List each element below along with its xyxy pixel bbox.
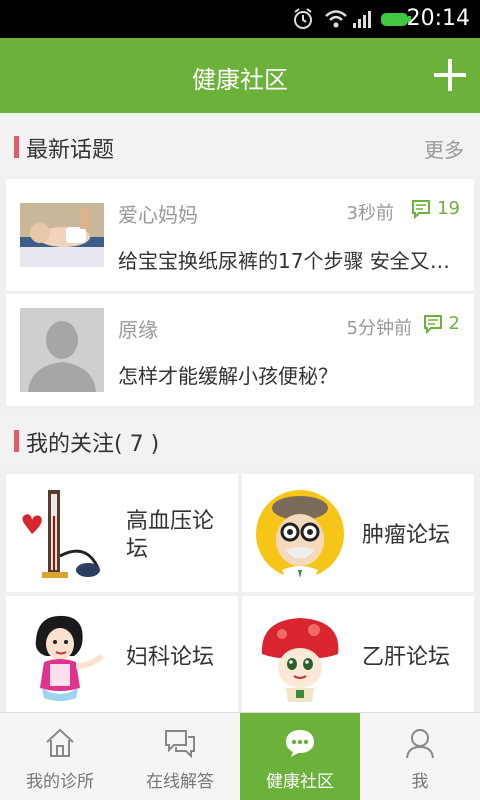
topic-item[interactable]: 爱心妈妈 3秒前 19 给宝宝换纸尿裤的17个步骤 安全又卫生 (6, 179, 474, 291)
section-title: 我的关注( 7 ) (26, 432, 160, 457)
topic-subject: 给宝宝换纸尿裤的17个步骤 安全又卫生 (118, 249, 458, 273)
forum-name: 高血压论坛 (126, 509, 215, 562)
page-title: 健康社区 (192, 66, 288, 94)
tab-my-clinic[interactable]: 我的诊所 (0, 713, 120, 800)
following-header: 我的关注( 7 ) (0, 410, 480, 470)
nurse-cartoon-icon (35, 615, 104, 701)
section-marker (14, 136, 19, 158)
comment-count: 19 (411, 198, 460, 222)
user-icon (406, 729, 434, 759)
topic-thumbnail (20, 203, 104, 267)
topic-author: 爱心妈妈 (118, 203, 198, 227)
tab-online-answers[interactable]: 在线解答 (120, 713, 240, 800)
plus-icon[interactable] (434, 59, 466, 91)
status-bar: 20:14 (0, 0, 480, 38)
alarm-icon (294, 8, 312, 29)
latest-topics-header: 最新话题 更多 (0, 116, 480, 176)
tab-me[interactable]: 我 (360, 713, 480, 800)
avatar (20, 308, 104, 392)
topic-subject: 怎样才能缓解小孩便秘？ (118, 364, 338, 388)
forum-hepatitis-b[interactable]: 乙肝论坛 (242, 596, 474, 714)
tab-label: 我的诊所 (26, 772, 94, 792)
doctor-cartoon-icon (256, 490, 344, 578)
comment-count: 2 (423, 313, 460, 337)
tab-health-community[interactable]: 健康社区 (240, 713, 360, 800)
signal-icon (353, 11, 371, 28)
tab-label: 健康社区 (266, 772, 334, 792)
topic-item[interactable]: 原缘 5分钟前 2 怎样才能缓解小孩便秘？ (6, 294, 474, 406)
clock: 20:14 (406, 6, 470, 31)
forum-hypertension[interactable]: 高血压论坛 (6, 474, 238, 592)
app-header: 健康社区 (0, 38, 480, 113)
section-marker (14, 430, 19, 452)
forum-name: 妇科论坛 (126, 645, 215, 670)
home-icon (46, 728, 74, 757)
tab-label: 我 (411, 772, 429, 792)
blood-pressure-monitor-icon (22, 490, 100, 578)
chat-icon (165, 730, 195, 759)
topic-time: 5分钟前 (346, 318, 412, 339)
forum-name: 乙肝论坛 (362, 645, 451, 670)
forum-gynecology[interactable]: 妇科论坛 (6, 596, 238, 714)
topic-author: 原缘 (118, 318, 158, 342)
section-title: 最新话题 (26, 138, 115, 163)
wifi-icon (325, 10, 347, 28)
forum-tumor[interactable]: 肿瘤论坛 (242, 474, 474, 592)
tab-label: 在线解答 (146, 772, 214, 792)
topic-time: 3秒前 (346, 203, 394, 224)
more-link[interactable]: 更多 (424, 134, 464, 163)
comment-icon (423, 315, 442, 334)
community-icon (286, 730, 314, 757)
mushroom-cartoon-icon (261, 618, 339, 702)
comment-icon (412, 200, 431, 219)
bottom-tab-bar: 我的诊所 在线解答 健康社区 我 (0, 712, 480, 800)
forum-name: 肿瘤论坛 (362, 523, 451, 548)
